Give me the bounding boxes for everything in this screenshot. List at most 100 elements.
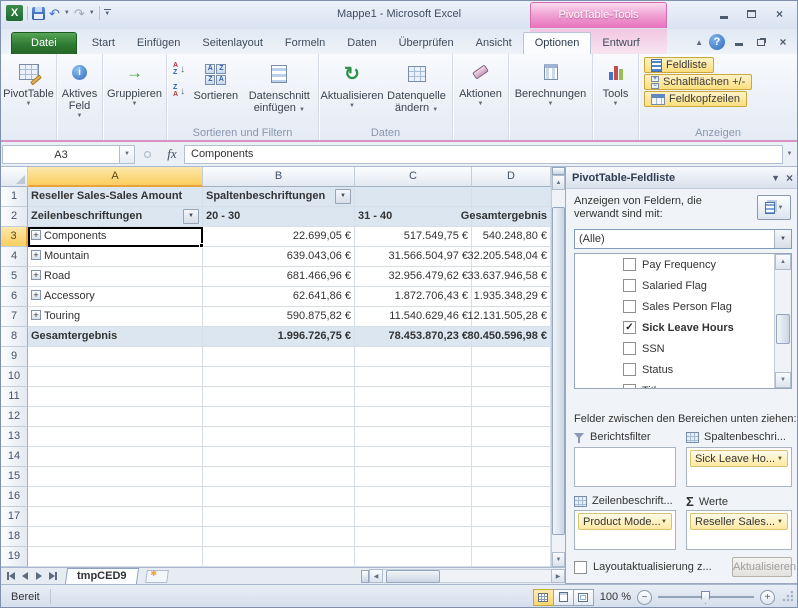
values-area[interactable]: Reseller Sales... ▼	[686, 510, 792, 550]
cell-D15[interactable]	[472, 467, 551, 487]
sheet-tab-active[interactable]: tmpCED9	[65, 568, 139, 584]
tab-daten[interactable]: Daten	[336, 33, 387, 54]
expand-formula-bar-icon[interactable]: ▼	[783, 145, 796, 164]
cell-B11[interactable]	[203, 387, 355, 407]
zoom-slider-thumb[interactable]	[701, 591, 710, 604]
row-header-10[interactable]: 10	[1, 367, 28, 387]
show-fields-dropdown[interactable]: (Alle) ▼	[574, 229, 792, 249]
field-pill-sick-leave[interactable]: Sick Leave Ho... ▼	[690, 450, 788, 467]
cell-D2[interactable]: Gesamtergebnis	[472, 207, 551, 227]
split-handle[interactable]	[552, 167, 565, 175]
field-item[interactable]: Title	[575, 380, 791, 389]
cell-A16[interactable]	[28, 487, 203, 507]
sort-ascending-button[interactable]: AZ ↓	[171, 61, 187, 77]
cell-D9[interactable]	[472, 347, 551, 367]
pane-menu-icon[interactable]: ▼	[771, 173, 780, 183]
pane-close-icon[interactable]: ×	[786, 171, 793, 185]
dropdown-arrow-icon[interactable]: ▼	[777, 519, 783, 525]
cell-B4[interactable]: 639.043,06 €	[203, 247, 355, 267]
row-header-16[interactable]: 16	[1, 487, 28, 507]
tab-optionen[interactable]: Optionen	[523, 32, 592, 54]
cell-C14[interactable]	[355, 447, 472, 467]
aktualisieren-button[interactable]: ↻ Aktualisieren ▼	[322, 58, 382, 122]
row-header-14[interactable]: 14	[1, 447, 28, 467]
next-sheet-icon[interactable]	[32, 570, 45, 583]
previous-sheet-icon[interactable]	[18, 570, 31, 583]
row-header-12[interactable]: 12	[1, 407, 28, 427]
name-box-dropdown-icon[interactable]: ▼	[120, 145, 135, 164]
fill-handle[interactable]	[199, 243, 204, 248]
page-layout-view-button[interactable]	[553, 589, 574, 606]
row-header-4[interactable]: 4	[1, 247, 28, 267]
cell-C16[interactable]	[355, 487, 472, 507]
tab-seitenlayout[interactable]: Seitenlayout	[191, 33, 274, 54]
cell-B7[interactable]: 590.875,82 €	[203, 307, 355, 327]
checkbox[interactable]	[623, 342, 636, 355]
collapse-ribbon-icon[interactable]: ▲	[695, 38, 703, 47]
cell-D5[interactable]: 33.637.946,58 €	[472, 267, 551, 287]
row-header-1[interactable]: 1	[1, 187, 28, 207]
restore-button[interactable]	[739, 6, 764, 22]
column-labels-area[interactable]: Sick Leave Ho... ▼	[686, 447, 792, 487]
cell-B2[interactable]: 20 - 30	[203, 207, 355, 227]
page-break-view-button[interactable]	[573, 589, 594, 606]
row-header-5[interactable]: 5	[1, 267, 28, 287]
cell-D19[interactable]	[472, 547, 551, 567]
scroll-left-icon[interactable]: ◀	[369, 569, 383, 583]
sort-descending-button[interactable]: ZA ↓	[171, 83, 187, 99]
row-labels-area[interactable]: Product Mode... ▼	[574, 510, 676, 550]
zoom-level[interactable]: 100 %	[600, 591, 631, 603]
cell-A13[interactable]	[28, 427, 203, 447]
cell-A8[interactable]: Gesamtergebnis	[28, 327, 203, 347]
cell-D14[interactable]	[472, 447, 551, 467]
checkbox[interactable]	[623, 384, 636, 389]
row-header-2[interactable]: 2	[1, 207, 28, 227]
cell-C12[interactable]	[355, 407, 472, 427]
cell-C3[interactable]: 517.549,75 €	[355, 227, 472, 247]
formula-input[interactable]: Components	[184, 145, 783, 164]
cell-C19[interactable]	[355, 547, 472, 567]
feldliste-toggle[interactable]: Feldliste	[644, 57, 714, 73]
cell-D10[interactable]	[472, 367, 551, 387]
cell-C2[interactable]: 31 - 40	[355, 207, 472, 227]
select-all-corner[interactable]	[1, 167, 28, 187]
cell-D12[interactable]	[472, 407, 551, 427]
row-header-19[interactable]: 19	[1, 547, 28, 567]
cell-D8[interactable]: 80.450.596,98 €	[472, 327, 551, 347]
scroll-down-icon[interactable]: ▼	[775, 372, 791, 388]
first-sheet-icon[interactable]	[4, 570, 17, 583]
checkbox[interactable]: ✓	[623, 321, 636, 334]
feldkopfzeilen-toggle[interactable]: Feldkopfzeilen	[644, 91, 747, 107]
cell-D16[interactable]	[472, 487, 551, 507]
report-filter-area[interactable]	[574, 447, 676, 487]
cell-A19[interactable]	[28, 547, 203, 567]
row-header-9[interactable]: 9	[1, 347, 28, 367]
cell-A6[interactable]: +Accessory	[28, 287, 203, 307]
cell-D4[interactable]: 32.205.548,04 €	[472, 247, 551, 267]
row-header-17[interactable]: 17	[1, 507, 28, 527]
row-header-18[interactable]: 18	[1, 527, 28, 547]
cell-A3[interactable]: +Components	[28, 227, 203, 247]
column-header-B[interactable]: B	[203, 167, 355, 187]
filter-dropdown-icon[interactable]: ▼	[335, 189, 351, 204]
tab-formeln[interactable]: Formeln	[274, 33, 336, 54]
cell-D11[interactable]	[472, 387, 551, 407]
scroll-thumb[interactable]	[776, 314, 790, 344]
dropdown-arrow-icon[interactable]: ▼	[661, 519, 667, 525]
zoom-in-button[interactable]: +	[760, 590, 775, 605]
cell-A10[interactable]	[28, 367, 203, 387]
cell-C11[interactable]	[355, 387, 472, 407]
cell-B18[interactable]	[203, 527, 355, 547]
workbook-restore-button[interactable]	[753, 35, 769, 49]
active-field-button[interactable]: i Aktives Feld ▼	[58, 56, 101, 120]
berechnungen-button[interactable]: Berechnungen ▼	[510, 56, 591, 120]
cell-B1[interactable]: ▼Spaltenbeschriftungen	[203, 187, 355, 207]
cell-A11[interactable]	[28, 387, 203, 407]
row-header-6[interactable]: 6	[1, 287, 28, 307]
cell-B12[interactable]	[203, 407, 355, 427]
dropdown-arrow-icon[interactable]: ▼	[774, 230, 791, 248]
cell-B19[interactable]	[203, 547, 355, 567]
cell-C5[interactable]: 32.956.479,62 €	[355, 267, 472, 287]
field-item[interactable]: SSN	[575, 338, 791, 359]
checkbox[interactable]	[623, 258, 636, 271]
